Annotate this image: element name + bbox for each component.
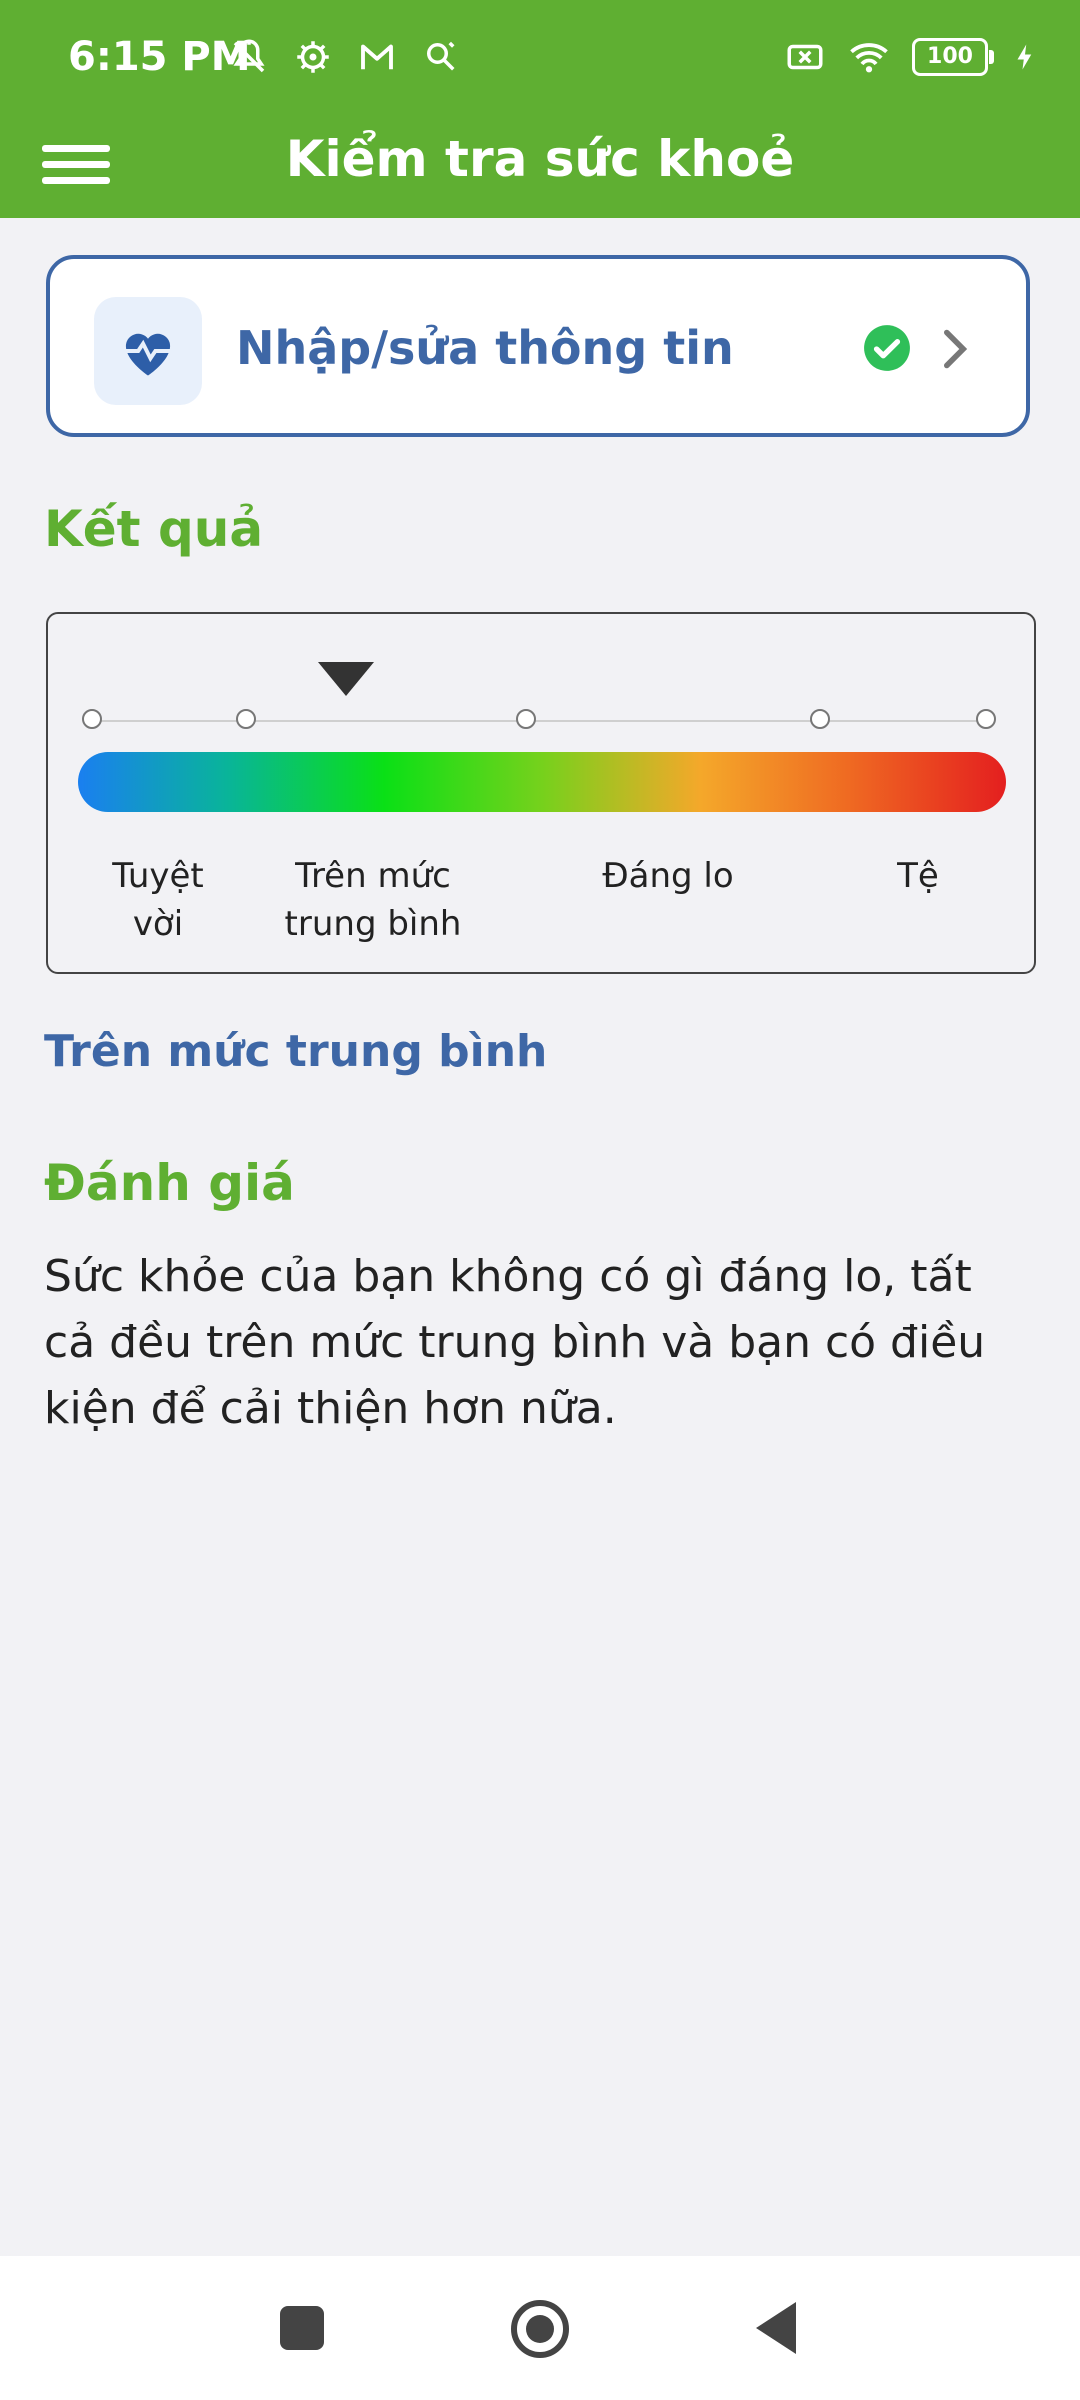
scale-dot <box>82 709 102 729</box>
scale-dot <box>810 709 830 729</box>
scale-label: Đáng lo <box>602 856 734 896</box>
chevron-right-icon <box>944 329 968 369</box>
heart-icon-box <box>94 297 202 405</box>
mute-icon <box>233 39 265 73</box>
home-button[interactable] <box>511 2300 569 2358</box>
scale-dot <box>516 709 536 729</box>
system-nav-bar <box>0 2256 1080 2400</box>
status-right-icons: 100 <box>784 36 1040 78</box>
app-bar: Kiểm tra sức khoẻ <box>0 118 1080 218</box>
level-pointer-icon <box>318 662 374 696</box>
scale-label: Tuyệt vời <box>112 856 204 944</box>
result-title: Kết quả <box>44 500 264 558</box>
sim-icon <box>787 44 823 70</box>
edit-info-card[interactable]: Nhập/sửa thông tin <box>46 255 1030 437</box>
scale-label: Tệ <box>897 856 939 896</box>
scale-dot <box>236 709 256 729</box>
result-scale-panel: Tuyệt vời Trên mức trung bình Đáng lo Tệ <box>46 612 1036 974</box>
recent-apps-button[interactable] <box>280 2306 324 2350</box>
search-icon <box>427 41 455 71</box>
scale-track <box>92 720 992 722</box>
heart-pulse-icon <box>125 333 171 376</box>
status-bar: 6:15 PM 100 <box>0 0 1080 118</box>
status-time: 6:15 PM <box>68 34 251 80</box>
edit-info-label: Nhập/sửa thông tin <box>236 321 734 375</box>
settings-icon <box>297 41 329 73</box>
scale-dot <box>976 709 996 729</box>
charging-icon <box>1017 44 1032 70</box>
back-button[interactable] <box>756 2302 796 2354</box>
evaluation-title: Đánh giá <box>44 1154 295 1212</box>
evaluation-text: Sức khỏe của bạn không có gì đáng lo, tấ… <box>44 1251 986 1434</box>
gmail-icon <box>361 44 393 70</box>
check-circle-icon <box>864 325 910 371</box>
health-gradient-bar <box>78 752 1006 812</box>
scale-label: Trên mức trung bình <box>284 856 462 944</box>
status-left-icons <box>228 36 462 78</box>
current-level-text: Trên mức trung bình <box>44 1026 548 1077</box>
page-title: Kiểm tra sức khoẻ <box>285 130 795 188</box>
wifi-icon <box>850 43 888 73</box>
battery-icon: 100 <box>912 38 994 76</box>
